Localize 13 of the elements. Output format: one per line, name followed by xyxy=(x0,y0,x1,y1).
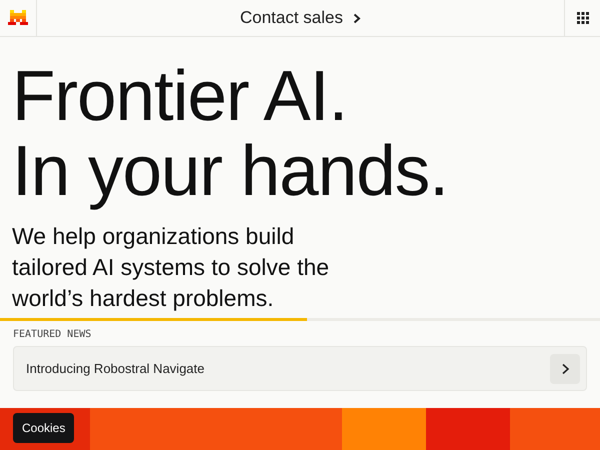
news-card[interactable]: Introducing Robostral Navigate xyxy=(13,346,587,391)
news-title: Introducing Robostral Navigate xyxy=(26,361,204,376)
contact-sales-link[interactable]: Contact sales xyxy=(240,8,343,28)
logo-icon[interactable] xyxy=(8,10,28,26)
hero-subtitle: We help organizations build tailored AI systems to solve the world’s hardest problems. xyxy=(12,222,330,313)
next-button[interactable] xyxy=(550,354,580,384)
hero-title: In your hands. xyxy=(12,134,448,209)
chevron-icon xyxy=(353,12,361,24)
chevron-icon xyxy=(560,362,570,374)
featured-news-label: FEATURED NEWS xyxy=(13,329,92,340)
cookies-button[interactable]: Cookies xyxy=(13,413,74,443)
hero-title: Frontier AI. xyxy=(12,59,348,134)
menu-icon[interactable] xyxy=(576,12,588,24)
